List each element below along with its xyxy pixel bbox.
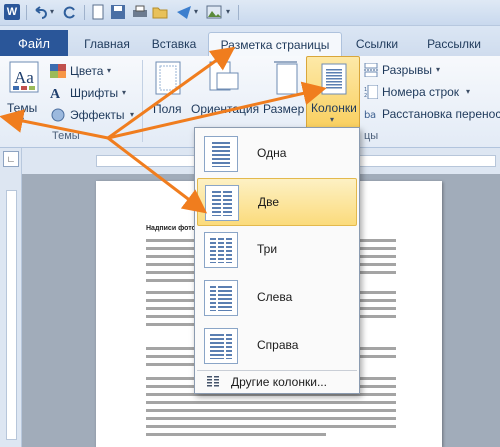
line-numbers-button[interactable]: 12 Номера строк ▾ [364, 82, 500, 102]
print-icon[interactable] [132, 4, 148, 20]
chevron-down-icon: ▾ [130, 110, 135, 119]
columns-button[interactable]: Колонки ▾ [306, 56, 360, 130]
send-dropdown-icon[interactable]: ▾ [194, 7, 198, 16]
size-label: Размер [263, 102, 305, 116]
page-setup-group-label: цы [364, 130, 379, 142]
right-column-icon [204, 328, 238, 364]
option-label: Две [258, 195, 280, 209]
orientation-label: Ориентация [191, 102, 260, 116]
fields-button[interactable]: Поля [150, 60, 184, 124]
send-mail-icon[interactable] [176, 4, 192, 20]
chevron-down-icon: ▾ [466, 87, 471, 96]
svg-text:a: a [370, 110, 376, 121]
columns-icon [321, 63, 347, 95]
chevron-down-icon: ▾ [436, 65, 441, 74]
option-label: Три [257, 242, 278, 256]
columns-option-three[interactable]: Три [197, 226, 357, 274]
fonts-label: Шрифты [70, 86, 119, 100]
quick-access-toolbar: W ▾ ▾ ▾ [0, 0, 500, 26]
open-folder-icon[interactable] [152, 4, 168, 20]
colors-icon [50, 64, 66, 78]
breaks-button[interactable]: Разрывы ▾ [364, 60, 500, 80]
chevron-down-icon: ▾ [330, 115, 335, 124]
option-label: Одна [257, 146, 287, 160]
picture-icon[interactable] [206, 4, 222, 20]
two-columns-icon [205, 185, 239, 221]
tab-references[interactable]: Ссылки [346, 32, 408, 56]
themes-group-label: Темы [52, 130, 80, 142]
svg-text:Aa: Aa [14, 68, 34, 87]
tab-mailings[interactable]: Рассылки [414, 32, 494, 56]
vertical-ruler[interactable] [0, 176, 22, 447]
tab-page-layout[interactable]: Разметка страницы [208, 32, 342, 56]
option-label: Слева [257, 290, 293, 304]
option-label: Справа [257, 338, 299, 352]
tab-home[interactable]: Главная [74, 32, 140, 56]
undo-dropdown-icon[interactable]: ▾ [50, 7, 54, 16]
effects-icon [51, 108, 65, 122]
text-line [146, 425, 396, 428]
fields-label: Поля [153, 102, 182, 116]
effects-label: Эффекты [70, 108, 125, 122]
orientation-icon [209, 61, 239, 91]
hyphenation-label: Расстановка переносов [382, 107, 500, 121]
menu-divider [197, 370, 357, 371]
fonts-button[interactable]: A Шрифты ▾ [50, 84, 148, 104]
svg-text:2: 2 [364, 93, 367, 99]
group-separator [142, 60, 143, 142]
left-column-icon [204, 280, 238, 316]
columns-option-right[interactable]: Справа [197, 322, 357, 370]
word-logo-icon: W [4, 4, 20, 20]
more-columns-button[interactable]: Другие колонки... [197, 372, 357, 392]
chevron-down-icon: ▾ [107, 66, 112, 75]
colors-label: Цвета [70, 64, 104, 78]
qat-separator [84, 5, 85, 20]
tab-stop-selector[interactable]: ∟ [3, 151, 19, 167]
undo-icon[interactable] [32, 4, 48, 20]
customize-qat-icon[interactable]: ▾ [226, 7, 230, 16]
text-line [146, 409, 396, 412]
columns-label: Колонки [311, 101, 357, 115]
chevron-down-icon: ▾ [122, 88, 127, 97]
document-heading: Надписи фото [146, 225, 196, 232]
svg-text:A: A [50, 87, 61, 100]
new-document-icon[interactable] [90, 4, 106, 20]
ribbon-tabs: Файл Главная Вставка Разметка страницы С… [0, 26, 500, 56]
themes-dropdown-icon[interactable]: ▾ [20, 115, 24, 124]
themes-icon: Aa [9, 61, 39, 93]
size-button[interactable]: Размер [262, 60, 306, 124]
text-line [146, 433, 326, 436]
columns-option-two[interactable]: Две [197, 178, 357, 226]
columns-option-left[interactable]: Слева [197, 274, 357, 322]
hyphenation-icon: ba [364, 110, 376, 121]
qat-separator [26, 5, 27, 20]
breaks-label: Разрывы [382, 63, 432, 77]
themes-button[interactable]: Aa Темы [4, 60, 42, 122]
fields-icon [155, 61, 181, 95]
tab-insert[interactable]: Вставка [142, 32, 206, 56]
text-line [146, 417, 396, 420]
more-columns-label: Другие колонки... [231, 375, 327, 389]
three-columns-icon [204, 232, 238, 268]
themes-label: Темы [7, 101, 38, 115]
hyphenation-button[interactable]: ba Расстановка переносов [364, 104, 500, 124]
columns-option-one[interactable]: Одна [197, 130, 357, 178]
colors-button[interactable]: Цвета ▾ [50, 62, 148, 82]
breaks-icon [364, 63, 378, 77]
redo-icon[interactable] [62, 4, 78, 20]
fonts-icon: A [50, 87, 61, 100]
orientation-button[interactable]: Ориентация [188, 60, 260, 124]
line-numbers-icon: 12 [364, 85, 378, 99]
line-numbers-label: Номера строк [382, 85, 460, 99]
one-column-icon [204, 136, 238, 172]
save-icon[interactable] [110, 4, 126, 20]
size-icon [274, 61, 298, 95]
effects-button[interactable]: Эффекты ▾ [50, 106, 148, 126]
text-line [146, 401, 396, 404]
columns-dropdown-menu: Одна Две Три Слева Справа Другие колонки… [194, 127, 360, 394]
ruler-scale [6, 190, 17, 440]
qat-separator [238, 5, 239, 20]
tab-file[interactable]: Файл [0, 30, 68, 56]
more-columns-icon [207, 376, 219, 388]
